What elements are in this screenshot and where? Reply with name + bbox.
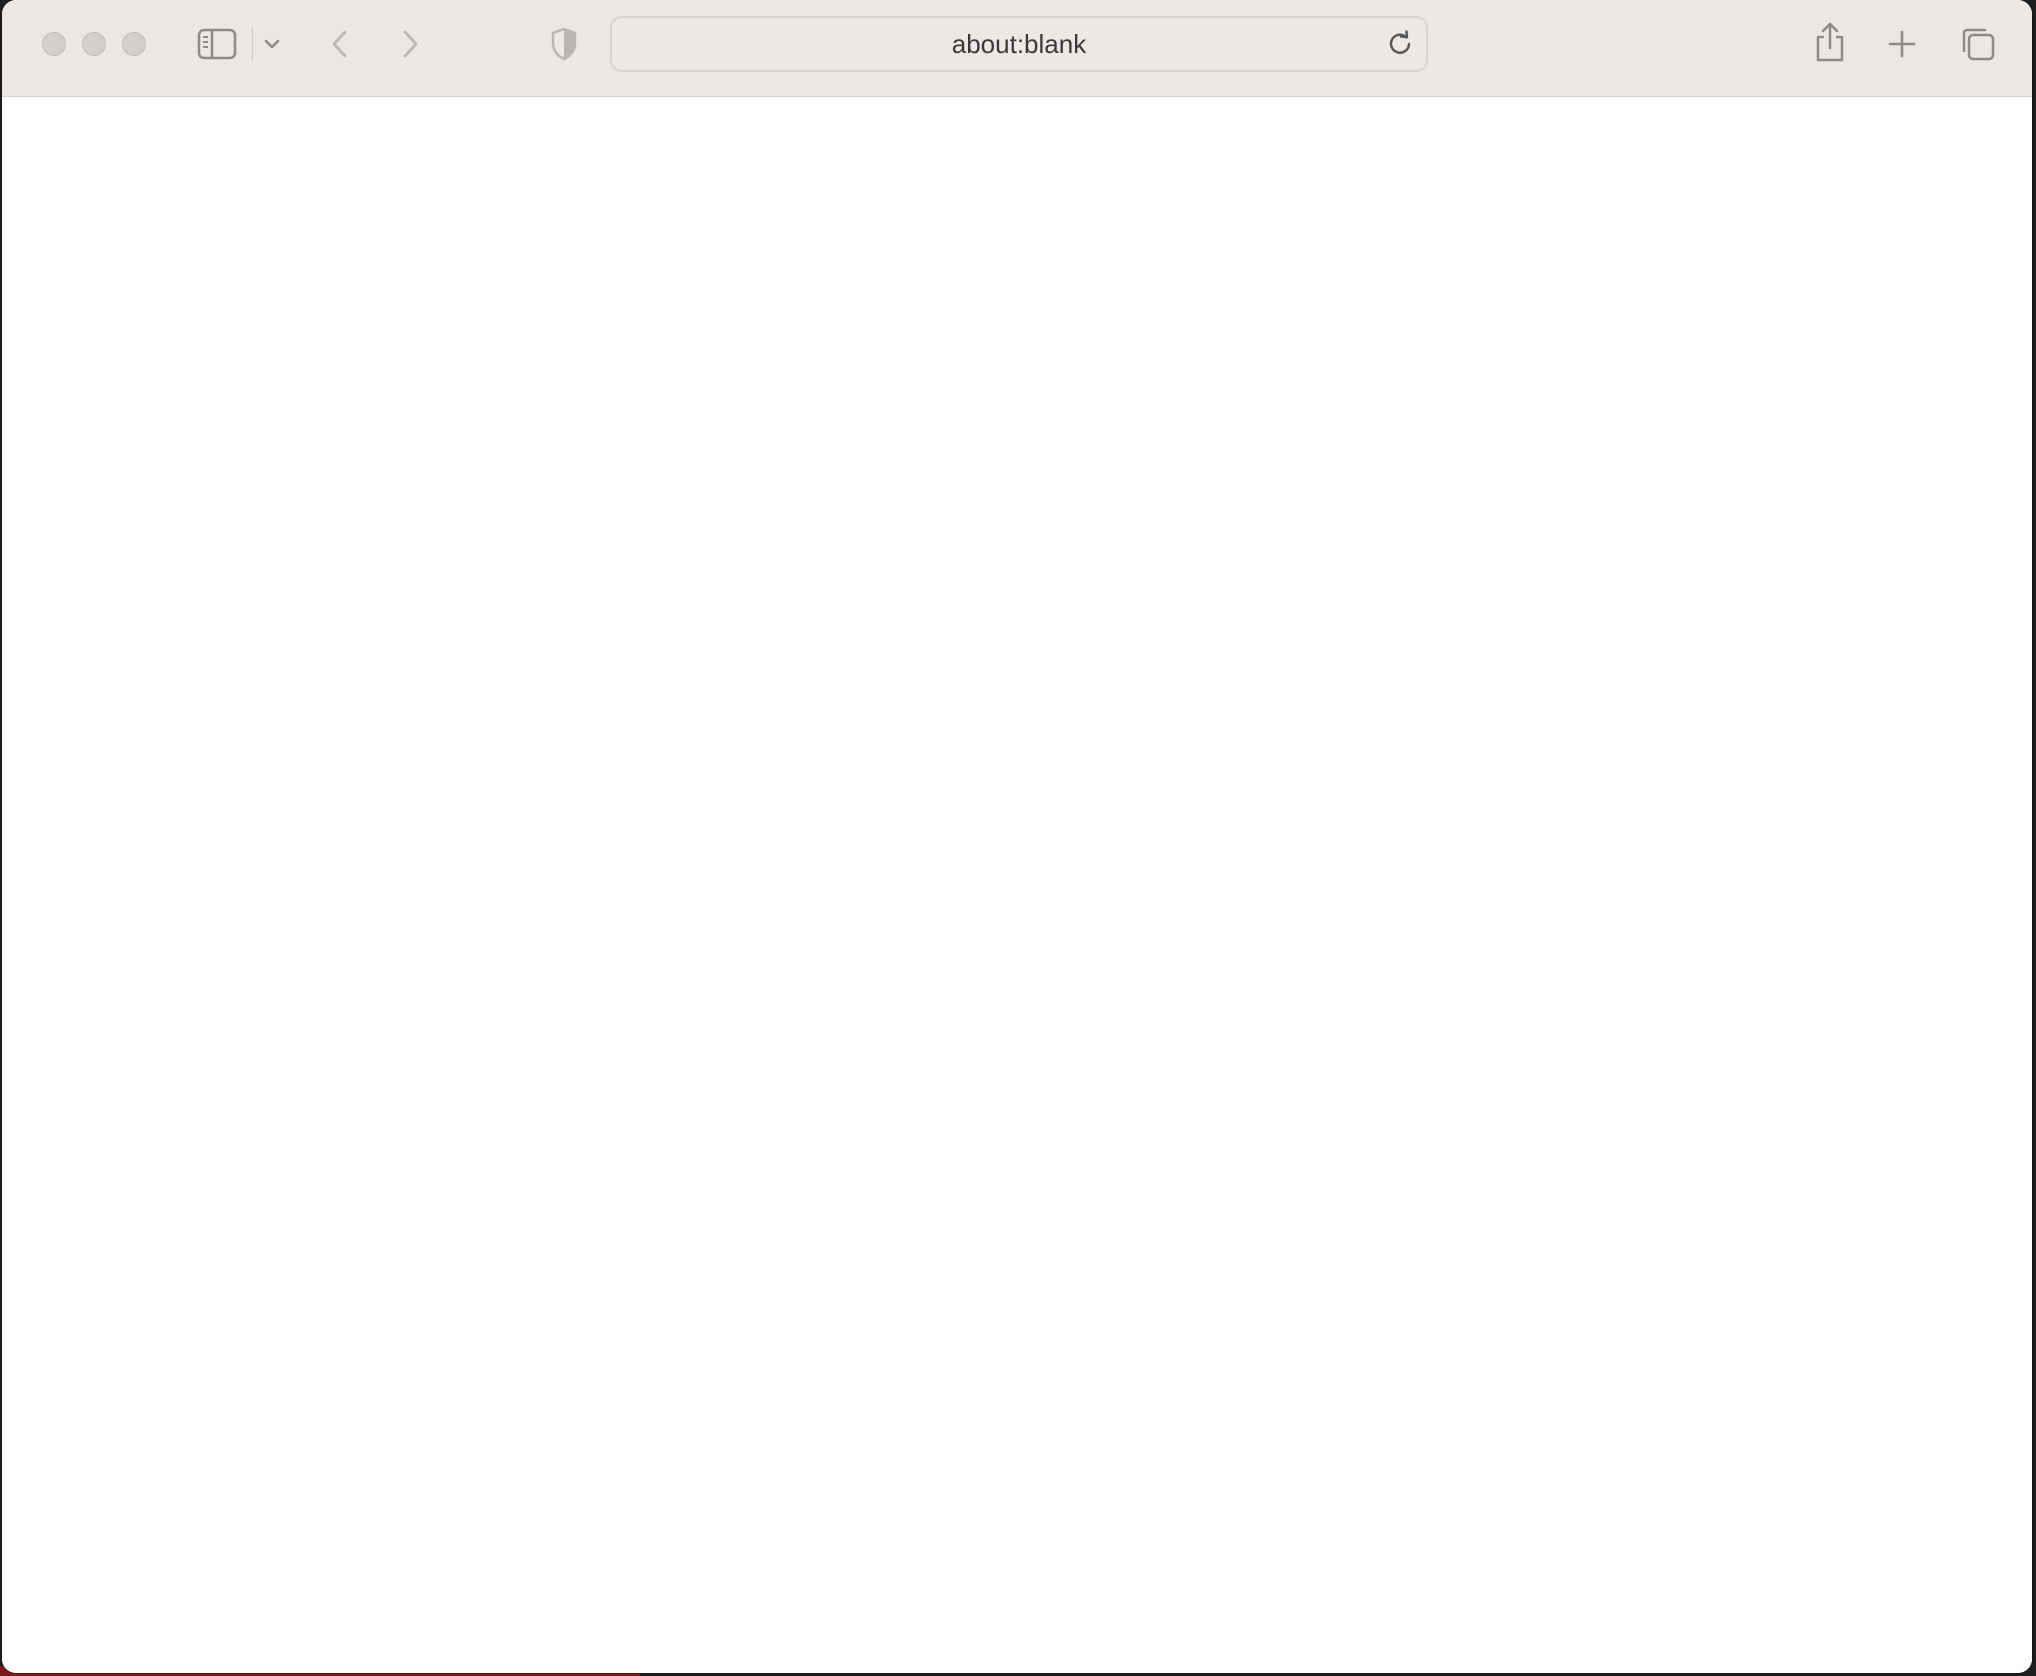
back-button[interactable] [324, 24, 356, 64]
forward-button[interactable] [394, 24, 426, 64]
new-tab-icon [1887, 29, 1917, 59]
close-window-button[interactable] [42, 32, 66, 56]
share-button[interactable] [1810, 18, 1850, 66]
back-icon [330, 28, 350, 60]
tab-overview-button[interactable] [1958, 22, 1998, 66]
forward-icon [400, 28, 420, 60]
new-tab-button[interactable] [1884, 24, 1920, 64]
browser-window: about:blank [2, 0, 2032, 1673]
address-bar-url[interactable]: about:blank [612, 18, 1426, 70]
toolbar-divider [252, 26, 253, 62]
minimize-window-button[interactable] [82, 32, 106, 56]
reload-button[interactable] [1386, 30, 1414, 58]
address-bar[interactable]: about:blank [610, 16, 1428, 72]
shield-icon [550, 27, 578, 61]
reload-icon [1386, 30, 1414, 62]
tab-overview-icon [1960, 26, 1996, 62]
browser-toolbar: about:blank [2, 0, 2032, 97]
chevron-down-icon [263, 38, 281, 50]
tab-groups-menu-button[interactable] [260, 30, 284, 58]
share-icon [1813, 21, 1847, 63]
privacy-report-button[interactable] [548, 24, 580, 64]
sidebar-icon [197, 28, 237, 60]
zoom-window-button[interactable] [122, 32, 146, 56]
sidebar-toggle-button[interactable] [196, 24, 238, 64]
page-content[interactable] [2, 97, 2032, 1673]
